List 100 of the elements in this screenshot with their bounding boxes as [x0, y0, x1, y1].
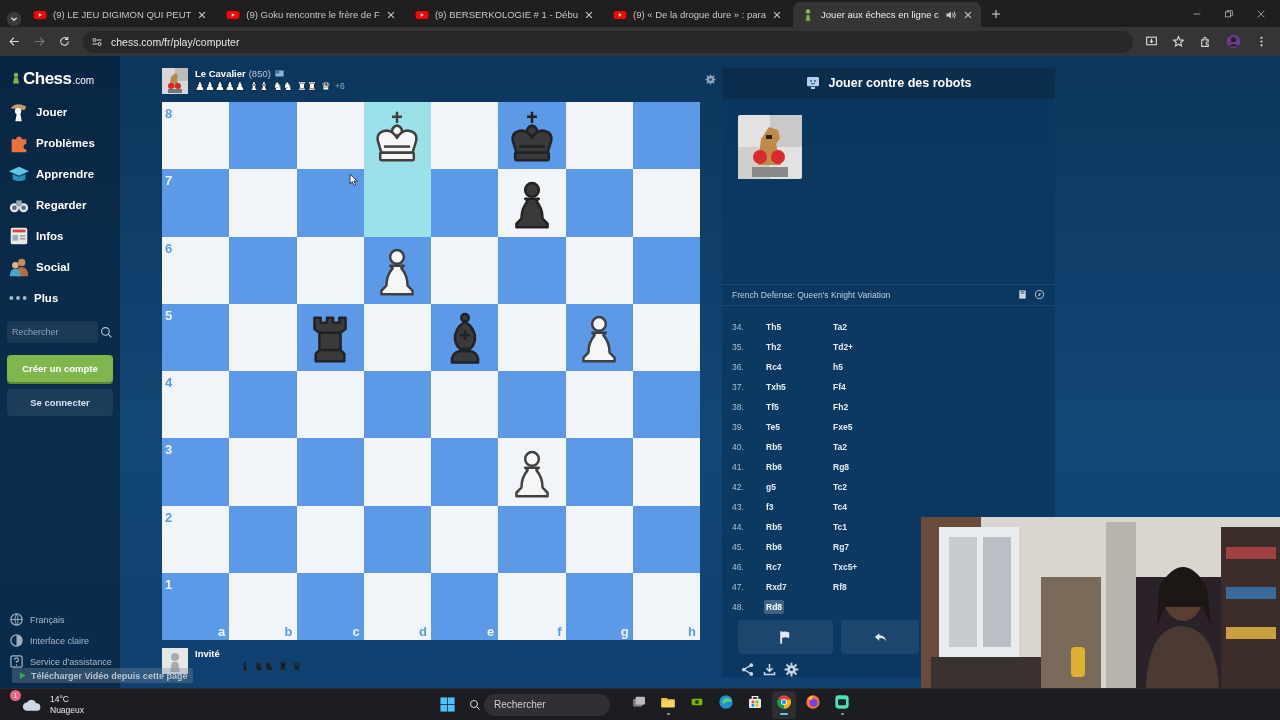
move[interactable]: Th2: [764, 340, 784, 354]
board-square[interactable]: [363, 236, 431, 304]
resign-button[interactable]: [738, 620, 833, 654]
app-icon[interactable]: [834, 694, 850, 710]
close-icon[interactable]: [197, 9, 208, 20]
board-square[interactable]: [431, 303, 499, 371]
move[interactable]: Rf8: [831, 580, 849, 594]
move[interactable]: Td2+: [831, 340, 856, 354]
move[interactable]: Txh5: [764, 380, 788, 394]
tab-list-icon[interactable]: [6, 11, 22, 27]
taskbar-app[interactable]: [772, 690, 796, 719]
log-in-button[interactable]: Se connecter: [7, 389, 113, 416]
board-square[interactable]: [498, 438, 566, 506]
flag-icon: [273, 69, 285, 78]
back-icon[interactable]: [8, 35, 21, 48]
settings-icon[interactable]: [705, 74, 716, 85]
close-icon[interactable]: [584, 9, 594, 20]
windows-icon[interactable]: [439, 696, 456, 713]
move[interactable]: Th5: [764, 320, 784, 334]
nav-item[interactable]: Regarder: [0, 189, 120, 220]
move[interactable]: f3: [764, 500, 776, 514]
close-icon[interactable]: [772, 9, 783, 20]
board-square[interactable]: [565, 303, 633, 371]
new-tab-icon[interactable]: [989, 7, 1002, 20]
browser-icon[interactable]: [805, 694, 821, 710]
move[interactable]: Rb5: [764, 440, 785, 454]
move[interactable]: g5: [764, 480, 778, 494]
search-field[interactable]: Rechercher: [484, 693, 610, 716]
move[interactable]: Te5: [764, 420, 783, 434]
close-icon[interactable]: [385, 9, 396, 20]
nav-item[interactable]: Apprendre: [0, 158, 120, 189]
move[interactable]: Ff4: [831, 380, 848, 394]
settings-icon[interactable]: [784, 662, 799, 677]
contrast-icon[interactable]: [9, 633, 24, 648]
player-name[interactable]: Le Cavalier: [195, 68, 246, 79]
close-icon[interactable]: [1256, 8, 1266, 19]
move[interactable]: Rd8: [764, 600, 785, 614]
move[interactable]: Rc4: [764, 360, 784, 374]
download-icon[interactable]: [762, 662, 777, 677]
move[interactable]: Ta2: [831, 320, 850, 334]
move[interactable]: Ta2: [831, 440, 850, 454]
search-icon[interactable]: [469, 698, 481, 711]
browser-tab[interactable]: (9) BERSERKOLOGIE # 1 - Débu: [406, 2, 602, 27]
nav-item[interactable]: Infos: [0, 220, 120, 251]
book-icon[interactable]: [1017, 289, 1028, 301]
move[interactable]: Rg7: [831, 540, 852, 554]
chess-logo[interactable]: Chess.com: [0, 66, 120, 88]
move[interactable]: Fxe5: [831, 420, 855, 434]
browser-tab[interactable]: (9) Goku rencontre le frère de F: [218, 2, 404, 27]
store-icon[interactable]: [747, 694, 763, 710]
close-icon[interactable]: [962, 9, 973, 20]
file-label: h: [688, 624, 696, 639]
move[interactable]: Rxd7: [764, 580, 789, 594]
site-settings-icon[interactable]: [91, 35, 103, 48]
nav-item[interactable]: Jouer: [0, 96, 120, 127]
reload-icon[interactable]: [58, 35, 71, 48]
move[interactable]: Rb6: [764, 460, 785, 474]
browser-tab[interactable]: (9) « De la drogue dure » : para: [605, 2, 791, 27]
move[interactable]: Rb5: [764, 520, 785, 534]
browser-icon[interactable]: [776, 694, 792, 710]
restore-icon[interactable]: [1224, 8, 1234, 19]
bot-avatar-icon[interactable]: [738, 114, 802, 179]
weather-condition: Nuageux: [50, 704, 85, 716]
footer-link[interactable]: Français: [0, 611, 120, 628]
share-icon[interactable]: [740, 662, 755, 677]
browser-tab[interactable]: (9) LE JEU DIGIMON QUI PEUT: [25, 2, 216, 27]
captured-pieces: ♝♝: [249, 80, 269, 92]
move[interactable]: Fh2: [831, 400, 851, 414]
move[interactable]: Tc4: [831, 500, 850, 514]
move[interactable]: Rb6: [764, 540, 785, 554]
board-square[interactable]: [363, 102, 431, 170]
move[interactable]: Tc1: [831, 520, 850, 534]
move[interactable]: Rc7: [764, 560, 784, 574]
board-square[interactable]: [296, 303, 364, 371]
star-icon[interactable]: [1172, 35, 1185, 48]
task-view-icon[interactable]: [631, 694, 647, 710]
board-square[interactable]: [498, 169, 566, 237]
player-name[interactable]: Invité: [195, 648, 302, 659]
address-bar[interactable]: chess.com/fr/play/computer: [83, 30, 1133, 53]
browser-icon[interactable]: [718, 694, 734, 710]
footer-link[interactable]: Service d'assistance: [0, 653, 120, 670]
nav-item[interactable]: Social: [0, 251, 120, 282]
extensions-icon[interactable]: [1199, 35, 1212, 48]
download-bar[interactable]: Télécharger Vidéo depuis cette page: [12, 668, 194, 683]
footer-link[interactable]: Interface claire: [0, 632, 120, 649]
globe-icon[interactable]: [9, 612, 24, 627]
forward-icon[interactable]: [33, 35, 46, 48]
move[interactable]: Txc5+: [831, 560, 860, 574]
move[interactable]: Tc2: [831, 480, 850, 494]
move[interactable]: h5: [831, 360, 845, 374]
browser-tab[interactable]: Jouer aux échecs en ligne c: [793, 2, 981, 27]
help-icon[interactable]: [9, 654, 24, 669]
move[interactable]: Tf5: [764, 400, 781, 414]
nav-item[interactable]: Plus: [0, 282, 120, 313]
speaker-icon[interactable]: [944, 8, 957, 21]
nav-item[interactable]: Problèmes: [0, 127, 120, 158]
search-icon[interactable]: [100, 325, 113, 339]
compass-icon[interactable]: [1034, 289, 1045, 301]
install-icon[interactable]: [1145, 35, 1158, 48]
move[interactable]: Rg8: [831, 460, 852, 474]
